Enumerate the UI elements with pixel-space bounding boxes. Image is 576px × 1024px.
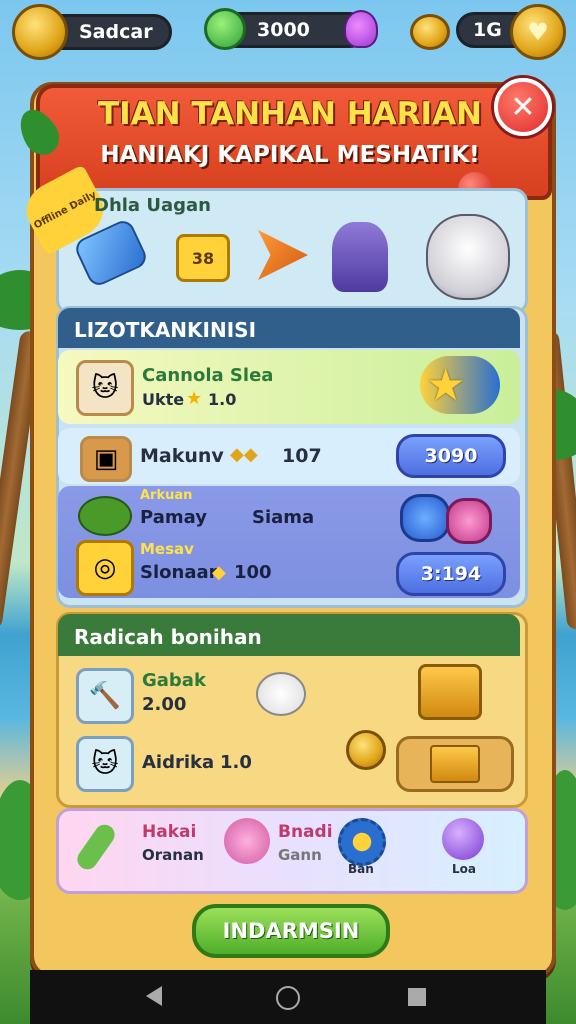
gems-count: 3000 [257, 19, 310, 41]
claim-button-2[interactable]: 3:194 [396, 552, 506, 596]
cat-mascot-icon [426, 214, 510, 300]
monster-icon [400, 494, 450, 542]
cat-avatar-icon: 🐱 [76, 736, 134, 792]
leaf-bundle-icon [78, 496, 132, 536]
row2-value: 107 [282, 445, 322, 467]
section-1-header: LIZOTKANKINISI [74, 318, 257, 342]
rewards-strip-title: Dhla Uagan [94, 195, 211, 216]
gem-icon [204, 8, 246, 50]
claim-button-1[interactable]: 3090 [396, 434, 506, 478]
s2-row1-value: 2.00 [142, 694, 187, 715]
coin-icon: ◆ [212, 562, 226, 583]
system-nav-bar [30, 970, 546, 1024]
treasure-chest-icon [418, 664, 482, 720]
coin-stack-icon [410, 14, 450, 50]
reward-badge: 38 [176, 234, 230, 282]
cat-avatar-icon: 🐱 [76, 360, 134, 416]
home-icon[interactable] [276, 986, 300, 1010]
back-icon[interactable] [146, 986, 162, 1006]
monster-pink-icon [446, 498, 492, 544]
row3-label: Arkuan [140, 488, 193, 503]
row3-name: Pamay [140, 507, 207, 528]
section-2-header: Radicah bonihan [74, 625, 262, 649]
reward-badge-value: 38 [191, 248, 215, 268]
banner-subtitle: HANIAKJ KAPIKAL MESHATIK! [100, 142, 480, 168]
chest-icon [430, 745, 480, 783]
row1-value: 1.0 [208, 390, 237, 409]
potion-icon [344, 10, 378, 48]
claim-all-label: INDARMSIN [222, 919, 360, 943]
star-badge-icon: ★ [420, 356, 500, 414]
coin-icon: ◆◆ [230, 444, 258, 465]
claim-button-2-label: 3:194 [420, 563, 482, 585]
level-value: 1G [473, 19, 502, 41]
creature-icon [332, 222, 388, 292]
coin-icon[interactable] [12, 4, 68, 60]
close-button[interactable]: ✕ [494, 78, 552, 136]
s2-row2-name: Aidrika [142, 752, 215, 773]
hammer-icon: 🔨 [76, 668, 134, 724]
gear-icon [338, 818, 386, 866]
claim-button-1-label: 3090 [424, 445, 478, 467]
row4-value: 100 [234, 562, 272, 583]
pink-creature-icon [224, 818, 270, 864]
s2-row1-name: Gabak [142, 670, 206, 691]
pet-icon [256, 672, 306, 716]
purple-blob-icon [442, 818, 484, 860]
s3-item3-sub: Ban [348, 862, 374, 876]
recents-icon[interactable] [408, 988, 426, 1006]
s3-item2-name: Bnadi [278, 822, 333, 842]
row3-sub: Siama [252, 507, 315, 528]
claim-all-button[interactable]: INDARMSIN [192, 904, 390, 958]
top-bar: Sadcar 3000 1G ♥ [0, 0, 576, 60]
row1-sub: Ukte [142, 390, 185, 409]
coins-pile-icon [346, 730, 386, 770]
s3-item4-sub: Loa [452, 862, 476, 876]
offline-tag-label: Offline Daily [31, 188, 99, 232]
row1-name: Cannola Slea [142, 365, 274, 386]
row2-name: Makunv [140, 445, 224, 467]
claim-chest-button[interactable] [396, 736, 514, 792]
gold-coin-icon: ◎ [76, 540, 134, 596]
s2-row2-value: 1.0 [220, 752, 252, 773]
chest-icon: ▣ [80, 436, 132, 482]
row4-name: Slonaar [140, 562, 218, 583]
s3-item1-name: Hakai [142, 822, 197, 842]
s3-item2-sub: Gann [278, 846, 322, 864]
star-icon: ★ [186, 388, 203, 409]
s3-item1-sub: Oranan [142, 846, 204, 864]
heart-icon[interactable]: ♥ [510, 4, 566, 60]
close-icon: ✕ [510, 89, 536, 125]
player-name: Sadcar [79, 21, 153, 43]
row4-label: Mesav [140, 540, 194, 558]
banner-title: TIAN TANHAN HARIAN [97, 96, 483, 132]
